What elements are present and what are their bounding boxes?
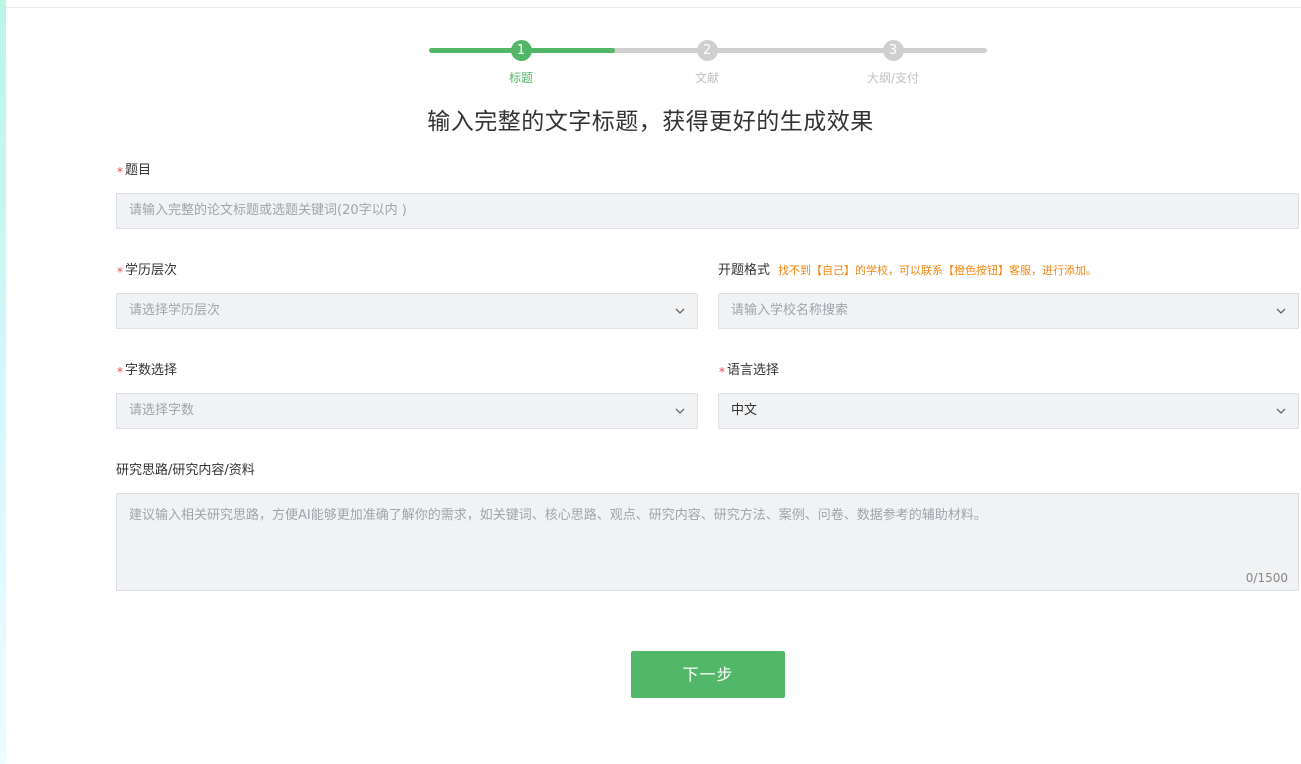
chevron-down-icon xyxy=(675,408,685,414)
step-label: 标题 xyxy=(508,71,533,85)
char-counter: 0/1500 xyxy=(1245,571,1288,585)
word-count-placeholder: 请选择字数 xyxy=(129,403,195,418)
required-mark: * xyxy=(117,365,123,379)
education-label-text: 学历层次 xyxy=(125,263,178,278)
step-outline-payment[interactable]: 3 大纲/支付 xyxy=(853,40,933,86)
required-mark: * xyxy=(117,265,123,279)
title-label-text: 题目 xyxy=(125,163,152,178)
step-title[interactable]: 1 标题 xyxy=(481,40,561,86)
progress-steps: 1 标题 2 文献 3 大纲/支付 xyxy=(429,40,987,90)
education-placeholder: 请选择学历层次 xyxy=(129,303,221,318)
title-placeholder: 请输入完整的论文标题或选题关键词(20字以内 ) xyxy=(129,203,407,218)
language-value: 中文 xyxy=(731,403,758,418)
school-format-select[interactable]: 请输入学校名称搜索 xyxy=(718,293,1299,329)
chevron-down-icon xyxy=(675,308,685,314)
format-label-text: 开题格式 xyxy=(718,263,771,278)
education-select[interactable]: 请选择学历层次 xyxy=(116,293,698,329)
word-count-label-text: 字数选择 xyxy=(125,363,178,378)
required-mark: * xyxy=(719,365,725,379)
language-label: * 语言选择 xyxy=(719,359,779,379)
research-label: 研究思路/研究内容/资料 xyxy=(116,463,255,478)
word-count-select[interactable]: 请选择字数 xyxy=(116,393,698,429)
format-hint: 找不到【自己】的学校，可以联系【橙色按钮】客服，进行添加。 xyxy=(778,264,1098,277)
step-number: 2 xyxy=(696,40,718,61)
step-number: 1 xyxy=(510,40,532,61)
language-label-text: 语言选择 xyxy=(727,363,780,378)
title-input[interactable]: 请输入完整的论文标题或选题关键词(20字以内 ) xyxy=(116,193,1299,229)
step-label: 大纲/支付 xyxy=(866,71,920,85)
chevron-down-icon xyxy=(1276,408,1286,414)
word-count-label: * 字数选择 xyxy=(117,359,177,379)
chevron-down-icon xyxy=(1276,308,1286,314)
step-literature[interactable]: 2 文献 xyxy=(667,40,747,86)
title-label: * 题目 xyxy=(117,159,151,179)
school-placeholder: 请输入学校名称搜索 xyxy=(731,303,849,318)
research-placeholder: 建议输入相关研究思路，方便AI能够更加准确了解你的需求，如关键词、核心思路、观点… xyxy=(129,508,987,523)
language-select[interactable]: 中文 xyxy=(718,393,1299,429)
step-number: 3 xyxy=(882,40,904,61)
research-textarea[interactable]: 建议输入相关研究思路，方便AI能够更加准确了解你的需求，如关键词、核心思路、观点… xyxy=(116,493,1299,591)
required-mark: * xyxy=(117,165,123,179)
education-label: * 学历层次 xyxy=(117,259,177,279)
page-headline: 输入完整的文字标题，获得更好的生成效果 xyxy=(427,109,874,135)
next-step-button[interactable]: 下一步 xyxy=(631,651,785,698)
step-label: 文献 xyxy=(694,71,719,85)
format-label: 开题格式 找不到【自己】的学校，可以联系【橙色按钮】客服，进行添加。 xyxy=(718,259,1097,278)
header-divider xyxy=(6,7,1301,8)
